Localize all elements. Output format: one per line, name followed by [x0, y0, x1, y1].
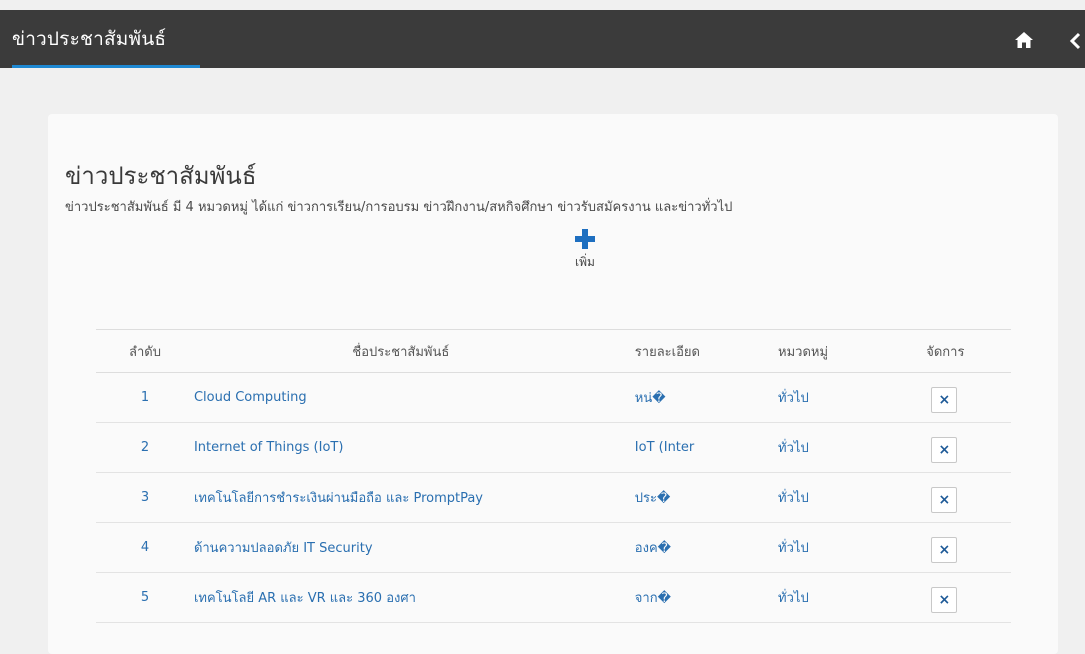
table-row: 1 Cloud Computing หน่� ทั่วไป ×	[96, 372, 1011, 423]
row-name-link[interactable]: ด้านความปลอดภัย IT Security	[193, 522, 609, 573]
row-number: 5	[96, 572, 194, 623]
column-header-action: จัดการ	[879, 329, 1011, 373]
row-detail-link[interactable]: IoT (Inter	[608, 422, 771, 473]
column-header-name: ชื่อประชาสัมพันธ์	[193, 329, 609, 373]
row-name-link[interactable]: Cloud Computing	[193, 372, 609, 423]
column-header-detail: รายละเอียด	[608, 329, 771, 373]
row-detail-link[interactable]: ประ�	[608, 472, 771, 523]
column-header-category: หมวดหมู่	[770, 329, 880, 373]
row-number: 4	[96, 522, 194, 573]
add-button-label: เพิ่ม	[575, 255, 595, 269]
row-category: ทั่วไป	[770, 572, 880, 623]
table-row: 3 เทคโนโลยีการชำระเงินผ่านมือถือ และ Pro…	[96, 472, 1011, 523]
news-table: ลำดับ ชื่อประชาสัมพันธ์ รายละเอียด หมวดห…	[96, 329, 1011, 623]
row-number: 1	[96, 372, 194, 423]
row-detail-link[interactable]: จาก�	[608, 572, 771, 623]
table-row: 5 เทคโนโลยี AR และ VR และ 360 องศา จาก� …	[96, 572, 1011, 623]
row-category: ทั่วไป	[770, 522, 880, 573]
top-bar: ข่าวประชาสัมพันธ์	[0, 10, 1085, 68]
header-title-underline	[12, 65, 200, 68]
column-header-no: ลำดับ	[96, 329, 194, 373]
row-name-link[interactable]: Internet of Things (IoT)	[193, 422, 609, 473]
table-row: 2 Internet of Things (IoT) IoT (Inter ทั…	[96, 422, 1011, 473]
plus-icon	[575, 229, 595, 249]
table-row: 4 ด้านความปลอดภัย IT Security องค� ทั่วไ…	[96, 522, 1011, 573]
chevron-left-icon[interactable]	[1068, 32, 1082, 50]
row-number: 2	[96, 422, 194, 473]
row-number: 3	[96, 472, 194, 523]
page-title: ข่าวประชาสัมพันธ์	[65, 162, 257, 190]
delete-button[interactable]: ×	[931, 386, 958, 413]
delete-button[interactable]: ×	[931, 536, 958, 563]
row-category: ทั่วไป	[770, 472, 880, 523]
row-detail-link[interactable]: องค�	[608, 522, 771, 573]
row-category: ทั่วไป	[770, 372, 880, 423]
row-name-link[interactable]: เทคโนโลยี AR และ VR และ 360 องศา	[193, 572, 609, 623]
header-title: ข่าวประชาสัมพันธ์	[12, 28, 167, 50]
row-category: ทั่วไป	[770, 422, 880, 473]
home-icon[interactable]	[1014, 31, 1034, 49]
add-button[interactable]: เพิ่ม	[555, 228, 615, 272]
row-name-link[interactable]: เทคโนโลยีการชำระเงินผ่านมือถือ และ Promp…	[193, 472, 609, 523]
row-detail-link[interactable]: หน่�	[608, 372, 771, 423]
delete-button[interactable]: ×	[931, 436, 958, 463]
delete-button[interactable]: ×	[931, 486, 958, 513]
table-header-row: ลำดับ ชื่อประชาสัมพันธ์ รายละเอียด หมวดห…	[96, 329, 1011, 373]
page-description: ข่าวประชาสัมพันธ์ มี 4 หมวดหมู่ ได้แก่ ข…	[65, 200, 733, 215]
delete-button[interactable]: ×	[931, 586, 958, 613]
